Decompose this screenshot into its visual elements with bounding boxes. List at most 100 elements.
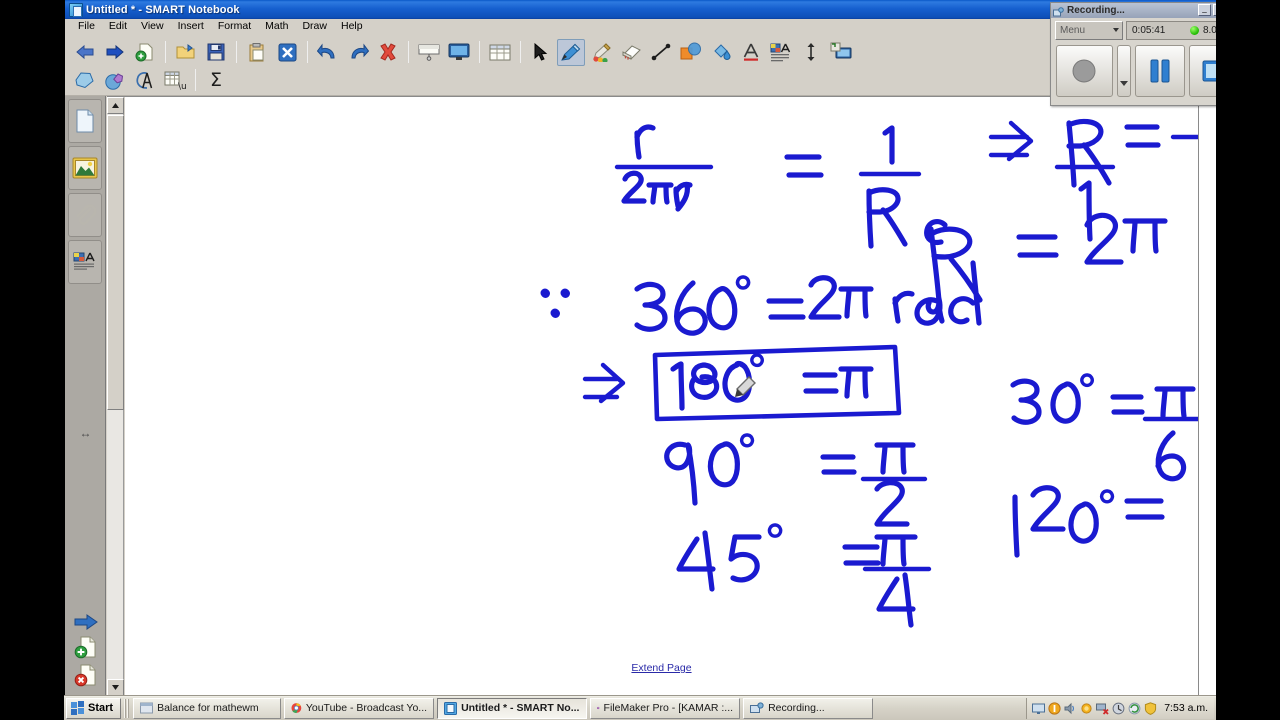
line-icon[interactable]: [647, 39, 675, 66]
delete-page-icon[interactable]: [65, 663, 106, 687]
menu-item-format[interactable]: Format: [211, 19, 258, 34]
page-right-margin: [1199, 97, 1216, 695]
recorder-menu-dropdown[interactable]: Menu: [1055, 21, 1123, 40]
svg-text:\u03a3: \u03a3: [178, 82, 186, 90]
menu-item-file[interactable]: File: [71, 19, 102, 34]
next-page-icon[interactable]: [101, 39, 129, 66]
orange-circle-icon[interactable]: [1048, 701, 1061, 715]
next-arrow-icon[interactable]: [65, 613, 106, 631]
recorder-icon: [750, 701, 764, 713]
add-page-icon[interactable]: [131, 39, 159, 66]
taskbar-item-filemaker[interactable]: FileMaker Pro - [KAMAR :...: [590, 697, 741, 719]
smart-board-icon[interactable]: [1032, 702, 1046, 715]
chevron-down-icon: [1113, 28, 1119, 32]
table-icon[interactable]: [486, 39, 514, 66]
handwriting-recognition-icon[interactable]: [131, 67, 159, 94]
record-options-dropdown[interactable]: [1116, 45, 1132, 97]
pause-button[interactable]: [1135, 45, 1185, 97]
math-table-icon[interactable]: \u03a3: [161, 67, 189, 94]
sun-icon[interactable]: [1080, 702, 1093, 715]
paste-icon[interactable]: [243, 39, 271, 66]
properties-icon[interactable]: [767, 39, 795, 66]
taskbar-item-recording[interactable]: Recording...: [743, 697, 874, 719]
recorder-title: Recording...: [1067, 5, 1125, 16]
sidebar-item-gallery[interactable]: [68, 146, 102, 190]
network-error-icon[interactable]: [1096, 702, 1109, 715]
eraser-icon[interactable]: [617, 39, 645, 66]
toolbar-row-primary: [71, 37, 1212, 67]
window-titlebar[interactable]: Untitled * - SMART Notebook _: [65, 0, 1216, 19]
creative-pen-icon[interactable]: [587, 39, 615, 66]
canvas-area: Extend Page: [107, 96, 1216, 695]
taskbar-item-label: YouTube - Broadcast Yo...: [305, 702, 428, 714]
screen-capture-icon[interactable]: [827, 39, 855, 66]
toolbar-separator: [165, 41, 166, 63]
taskbar-item-balance[interactable]: Balance for mathewm: [133, 697, 282, 719]
toolbar-separator: [408, 41, 409, 63]
start-label: Start: [88, 702, 114, 714]
clock-icon[interactable]: [1112, 702, 1125, 715]
menu-item-insert[interactable]: Insert: [171, 19, 211, 34]
toolbar-separator: [195, 69, 196, 91]
select-icon[interactable]: [527, 39, 555, 66]
record-button[interactable]: [1056, 45, 1113, 97]
menu-item-edit[interactable]: Edit: [102, 19, 134, 34]
status-indicator-dot: [1189, 26, 1199, 35]
recorder-button-row: [1051, 40, 1216, 100]
smart-notebook-icon: [69, 2, 83, 17]
recorder-restore-button[interactable]: [1213, 4, 1216, 16]
regular-polygons-icon[interactable]: [101, 67, 129, 94]
taskbar-item-youtube[interactable]: YouTube - Broadcast Yo...: [284, 697, 435, 719]
menu-item-view[interactable]: View: [134, 19, 171, 34]
move-toolbar-icon[interactable]: [797, 39, 825, 66]
update-icon[interactable]: [1128, 702, 1141, 715]
scroll-down-button[interactable]: [107, 679, 124, 695]
text-icon[interactable]: [737, 39, 765, 66]
notebook-page[interactable]: Extend Page: [125, 97, 1199, 695]
scrollbar-thumb[interactable]: [107, 115, 124, 410]
previous-page-icon[interactable]: [71, 39, 99, 66]
recorder-icon: [1053, 5, 1064, 17]
save-icon[interactable]: [202, 39, 230, 66]
recorder-titlebar[interactable]: Recording... _: [1051, 3, 1216, 18]
chevron-down-icon: [1119, 81, 1128, 86]
sigma-icon[interactable]: Σ: [202, 67, 230, 94]
menu-item-draw[interactable]: Draw: [295, 19, 334, 34]
menu-bar: File Edit View Insert Format Math Draw H…: [65, 19, 1216, 34]
fill-icon[interactable]: [707, 39, 735, 66]
undo-icon[interactable]: [314, 39, 342, 66]
full-screen-icon[interactable]: [445, 39, 473, 66]
screen-shade-icon[interactable]: [415, 39, 443, 66]
shapes-icon[interactable]: [677, 39, 705, 66]
sidebar-resize-handle[interactable]: ↔: [65, 426, 106, 440]
extend-page-link[interactable]: Extend Page: [125, 658, 1198, 676]
taskbar-clock[interactable]: 7:53 a.m.: [1164, 702, 1208, 714]
taskbar-grip[interactable]: [124, 698, 131, 718]
smart-notebook-window: Untitled * - SMART Notebook _ File Edit …: [64, 0, 1216, 695]
generic-window-icon: [140, 702, 154, 713]
scroll-up-button[interactable]: [107, 97, 124, 114]
undo-page-icon[interactable]: [273, 39, 301, 66]
recorder-minimize-button[interactable]: _: [1198, 4, 1211, 16]
redo-icon[interactable]: [344, 39, 372, 66]
taskbar-item-smart-notebook[interactable]: Untitled * - SMART No...: [437, 697, 588, 719]
pen-icon[interactable]: [557, 38, 585, 66]
vertical-scrollbar[interactable]: [107, 97, 124, 695]
shield-icon[interactable]: [1144, 701, 1157, 715]
recorder-status-row: Menu 0:05:41 8.0 fps: [1051, 18, 1216, 40]
start-button[interactable]: Start: [66, 697, 122, 719]
sidebar-item-attachments[interactable]: [68, 193, 102, 237]
sidebar-item-page-sorter[interactable]: [68, 99, 102, 143]
sidebar-item-properties[interactable]: [68, 240, 102, 284]
add-page-icon[interactable]: [65, 635, 106, 659]
speaker-icon[interactable]: [1064, 702, 1077, 715]
open-file-icon[interactable]: [172, 39, 200, 66]
stop-button[interactable]: [1188, 45, 1216, 97]
menu-item-help[interactable]: Help: [334, 19, 370, 34]
sidebar-bottom-actions: [65, 609, 106, 691]
menu-item-math[interactable]: Math: [258, 19, 295, 34]
delete-icon[interactable]: [374, 39, 402, 66]
taskbar-item-label: Untitled * - SMART No...: [461, 702, 580, 714]
shape-pen-icon[interactable]: [71, 67, 99, 94]
extend-page-label[interactable]: Extend Page: [631, 662, 691, 674]
